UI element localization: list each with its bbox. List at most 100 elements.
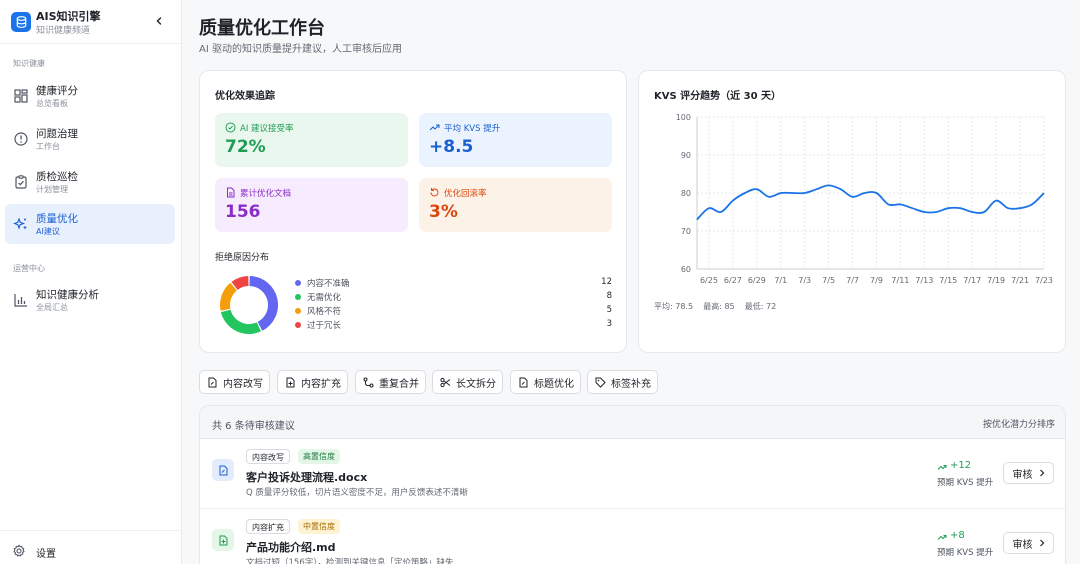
- sidebar-item-sublabel: 全局汇总: [36, 303, 68, 312]
- x-tick-label: 7/21: [1011, 276, 1029, 285]
- list-item[interactable]: 内容扩充 中置信度 产品功能介绍.md 文档过短（156字），检测到关键信息「定…: [200, 509, 1065, 564]
- metric-value: 156: [225, 202, 261, 222]
- donut-slice: [220, 309, 261, 334]
- scissors-icon: [440, 377, 451, 387]
- kvs-series-line: [696, 184, 1045, 221]
- y-tick-label: 60: [681, 265, 691, 274]
- button-label: 内容扩充: [301, 378, 341, 390]
- sidebar-item-quality-optimization[interactable]: 质量优化 AI建议: [5, 204, 175, 244]
- chevron-right-icon: [1039, 539, 1044, 547]
- button-label: 重复合并: [379, 378, 419, 390]
- y-tick-label: 100: [676, 113, 691, 122]
- page-subtitle: AI 驱动的知识质量提升建议，人工审核后应用: [199, 44, 402, 55]
- page-title: 质量优化工作台: [199, 18, 325, 39]
- confidence-badge: 中置信度: [298, 519, 340, 534]
- tag-icon: [595, 377, 606, 388]
- edit-document-icon: [208, 377, 217, 387]
- edit-document-icon: [212, 459, 234, 481]
- kvs-trend-card: KVS 评分趋势（近 30 天） 60 70 80 90 100 6/25 6/27 6/29…: [638, 70, 1066, 353]
- confidence-badge: 高置信度: [298, 449, 340, 464]
- x-tick-label: 6/27: [724, 276, 742, 285]
- x-tick-label: 7/19: [987, 276, 1005, 285]
- x-tick-label: 7/9: [870, 276, 883, 285]
- document-icon: [227, 187, 235, 198]
- button-label: 标签补充: [611, 378, 651, 390]
- x-tick-label: 7/3: [798, 276, 811, 285]
- heading-icon: [519, 377, 528, 387]
- review-button[interactable]: 审核: [1003, 462, 1054, 484]
- legend-count: 12: [601, 277, 612, 287]
- sidebar-item-sublabel: 总览看板: [36, 99, 68, 108]
- button-label: 内容改写: [223, 378, 263, 390]
- rejection-reasons-title: 拒绝原因分布: [215, 253, 270, 263]
- legend-swatch: [295, 280, 301, 286]
- legend-count: 5: [606, 305, 612, 315]
- list-item[interactable]: 内容改写 高置信度 客户投诉处理流程.docx Q 质量评分较低，切片语义密度不…: [200, 439, 1065, 509]
- metric-label: 优化回滚率: [444, 189, 487, 199]
- y-tick-label: 80: [681, 189, 691, 198]
- tag-supplement-button[interactable]: 标签补充: [587, 370, 658, 394]
- x-tick-label: 7/11: [891, 276, 909, 285]
- legend-item: 内容不准确 12: [295, 277, 612, 289]
- grid-icon: [14, 89, 28, 103]
- sort-selector[interactable]: 按优化潜力分排序: [983, 417, 1055, 430]
- brand-title: AIS知识引擎: [36, 10, 101, 23]
- chevron-left-icon[interactable]: [152, 14, 166, 28]
- database-icon: [11, 12, 31, 32]
- check-circle-icon: [225, 122, 236, 133]
- trending-up-icon: [937, 465, 947, 470]
- kvs-trend-chart: 60 70 80 90 100 6/25 6/27 6/29 7/1 7/3 7/5 7/7 7/9 7/…: [676, 113, 1053, 285]
- kvs-gain: +12: [950, 460, 972, 471]
- trend-stats: 平均: 78.5 最高: 85 最低: 72: [654, 302, 777, 311]
- sidebar-item-label: 质量优化: [36, 213, 78, 225]
- kvs-gain-label: 预期 KVS 提升: [937, 548, 994, 558]
- metric-label: 累计优化文档: [240, 189, 292, 199]
- rewrite-button[interactable]: 内容改写: [199, 370, 270, 394]
- sidebar-item-label: 质检巡检: [36, 171, 78, 183]
- suggestion-description: Q 质量评分较低，切片语义密度不足，用户反馈表述不清晰: [246, 488, 468, 498]
- sidebar-item-quality-inspection[interactable]: 质检巡检 计划管理: [5, 162, 175, 202]
- title-optimize-button[interactable]: 标题优化: [510, 370, 581, 394]
- sidebar-item-sublabel: 工作台: [36, 142, 60, 151]
- pending-count: 共 6 条待审核建议: [212, 421, 295, 432]
- merge-button[interactable]: 重复合并: [355, 370, 426, 394]
- chevron-right-icon: [1039, 469, 1044, 477]
- document-title: 产品功能介绍.md: [246, 541, 336, 554]
- sidebar-item-label: 健康评分: [36, 85, 78, 97]
- x-tick-label: 6/25: [700, 276, 718, 285]
- legend-swatch: [295, 322, 301, 328]
- button-label: 标题优化: [534, 378, 574, 390]
- expand-button[interactable]: 内容扩充: [277, 370, 348, 394]
- settings-label: 设置: [36, 549, 56, 560]
- x-tick-label: 7/15: [939, 276, 957, 285]
- metric-card: AI 建议接受率 72%: [215, 113, 408, 167]
- sidebar-item-issue-governance[interactable]: 问题治理 工作台: [5, 119, 175, 159]
- button-label: 审核: [1012, 539, 1033, 551]
- sidebar: AIS知识引擎 知识健康频道 知识健康 健康评分 总览看板 问题治理 工作台 质…: [0, 0, 182, 564]
- x-tick-label: 7/13: [915, 276, 933, 285]
- trending-up-icon: [429, 124, 440, 131]
- x-tick-label: 7/5: [822, 276, 835, 285]
- sidebar-item-health-analysis[interactable]: 知识健康分析 全局汇总: [5, 280, 175, 320]
- brand-subtitle: 知识健康频道: [36, 26, 91, 36]
- card-title: 优化效果追踪: [215, 91, 275, 102]
- type-tag: 内容改写: [246, 449, 290, 464]
- sidebar-settings[interactable]: 设置: [0, 530, 181, 564]
- metric-value: +8.5: [429, 137, 474, 157]
- split-button[interactable]: 长文拆分: [432, 370, 503, 394]
- button-label: 审核: [1012, 469, 1033, 481]
- kvs-gain-label: 预期 KVS 提升: [937, 478, 994, 488]
- gear-icon: [13, 544, 25, 557]
- x-tick-label: 7/7: [846, 276, 859, 285]
- review-button[interactable]: 审核: [1003, 532, 1054, 554]
- suggestion-description: 文档过短（156字），检测到关键信息「定价策略」缺失: [246, 558, 454, 564]
- rotate-icon: [430, 188, 439, 197]
- sidebar-item-label: 知识健康分析: [36, 289, 99, 301]
- metric-label: AI 建议接受率: [240, 124, 294, 134]
- sidebar-item-health-score[interactable]: 健康评分 总览看板: [5, 76, 175, 116]
- legend-swatch: [295, 294, 301, 300]
- trending-up-icon: [937, 535, 947, 540]
- document-title: 客户投诉处理流程.docx: [246, 471, 368, 484]
- legend-swatch: [295, 308, 301, 314]
- sparkles-icon: [13, 217, 27, 230]
